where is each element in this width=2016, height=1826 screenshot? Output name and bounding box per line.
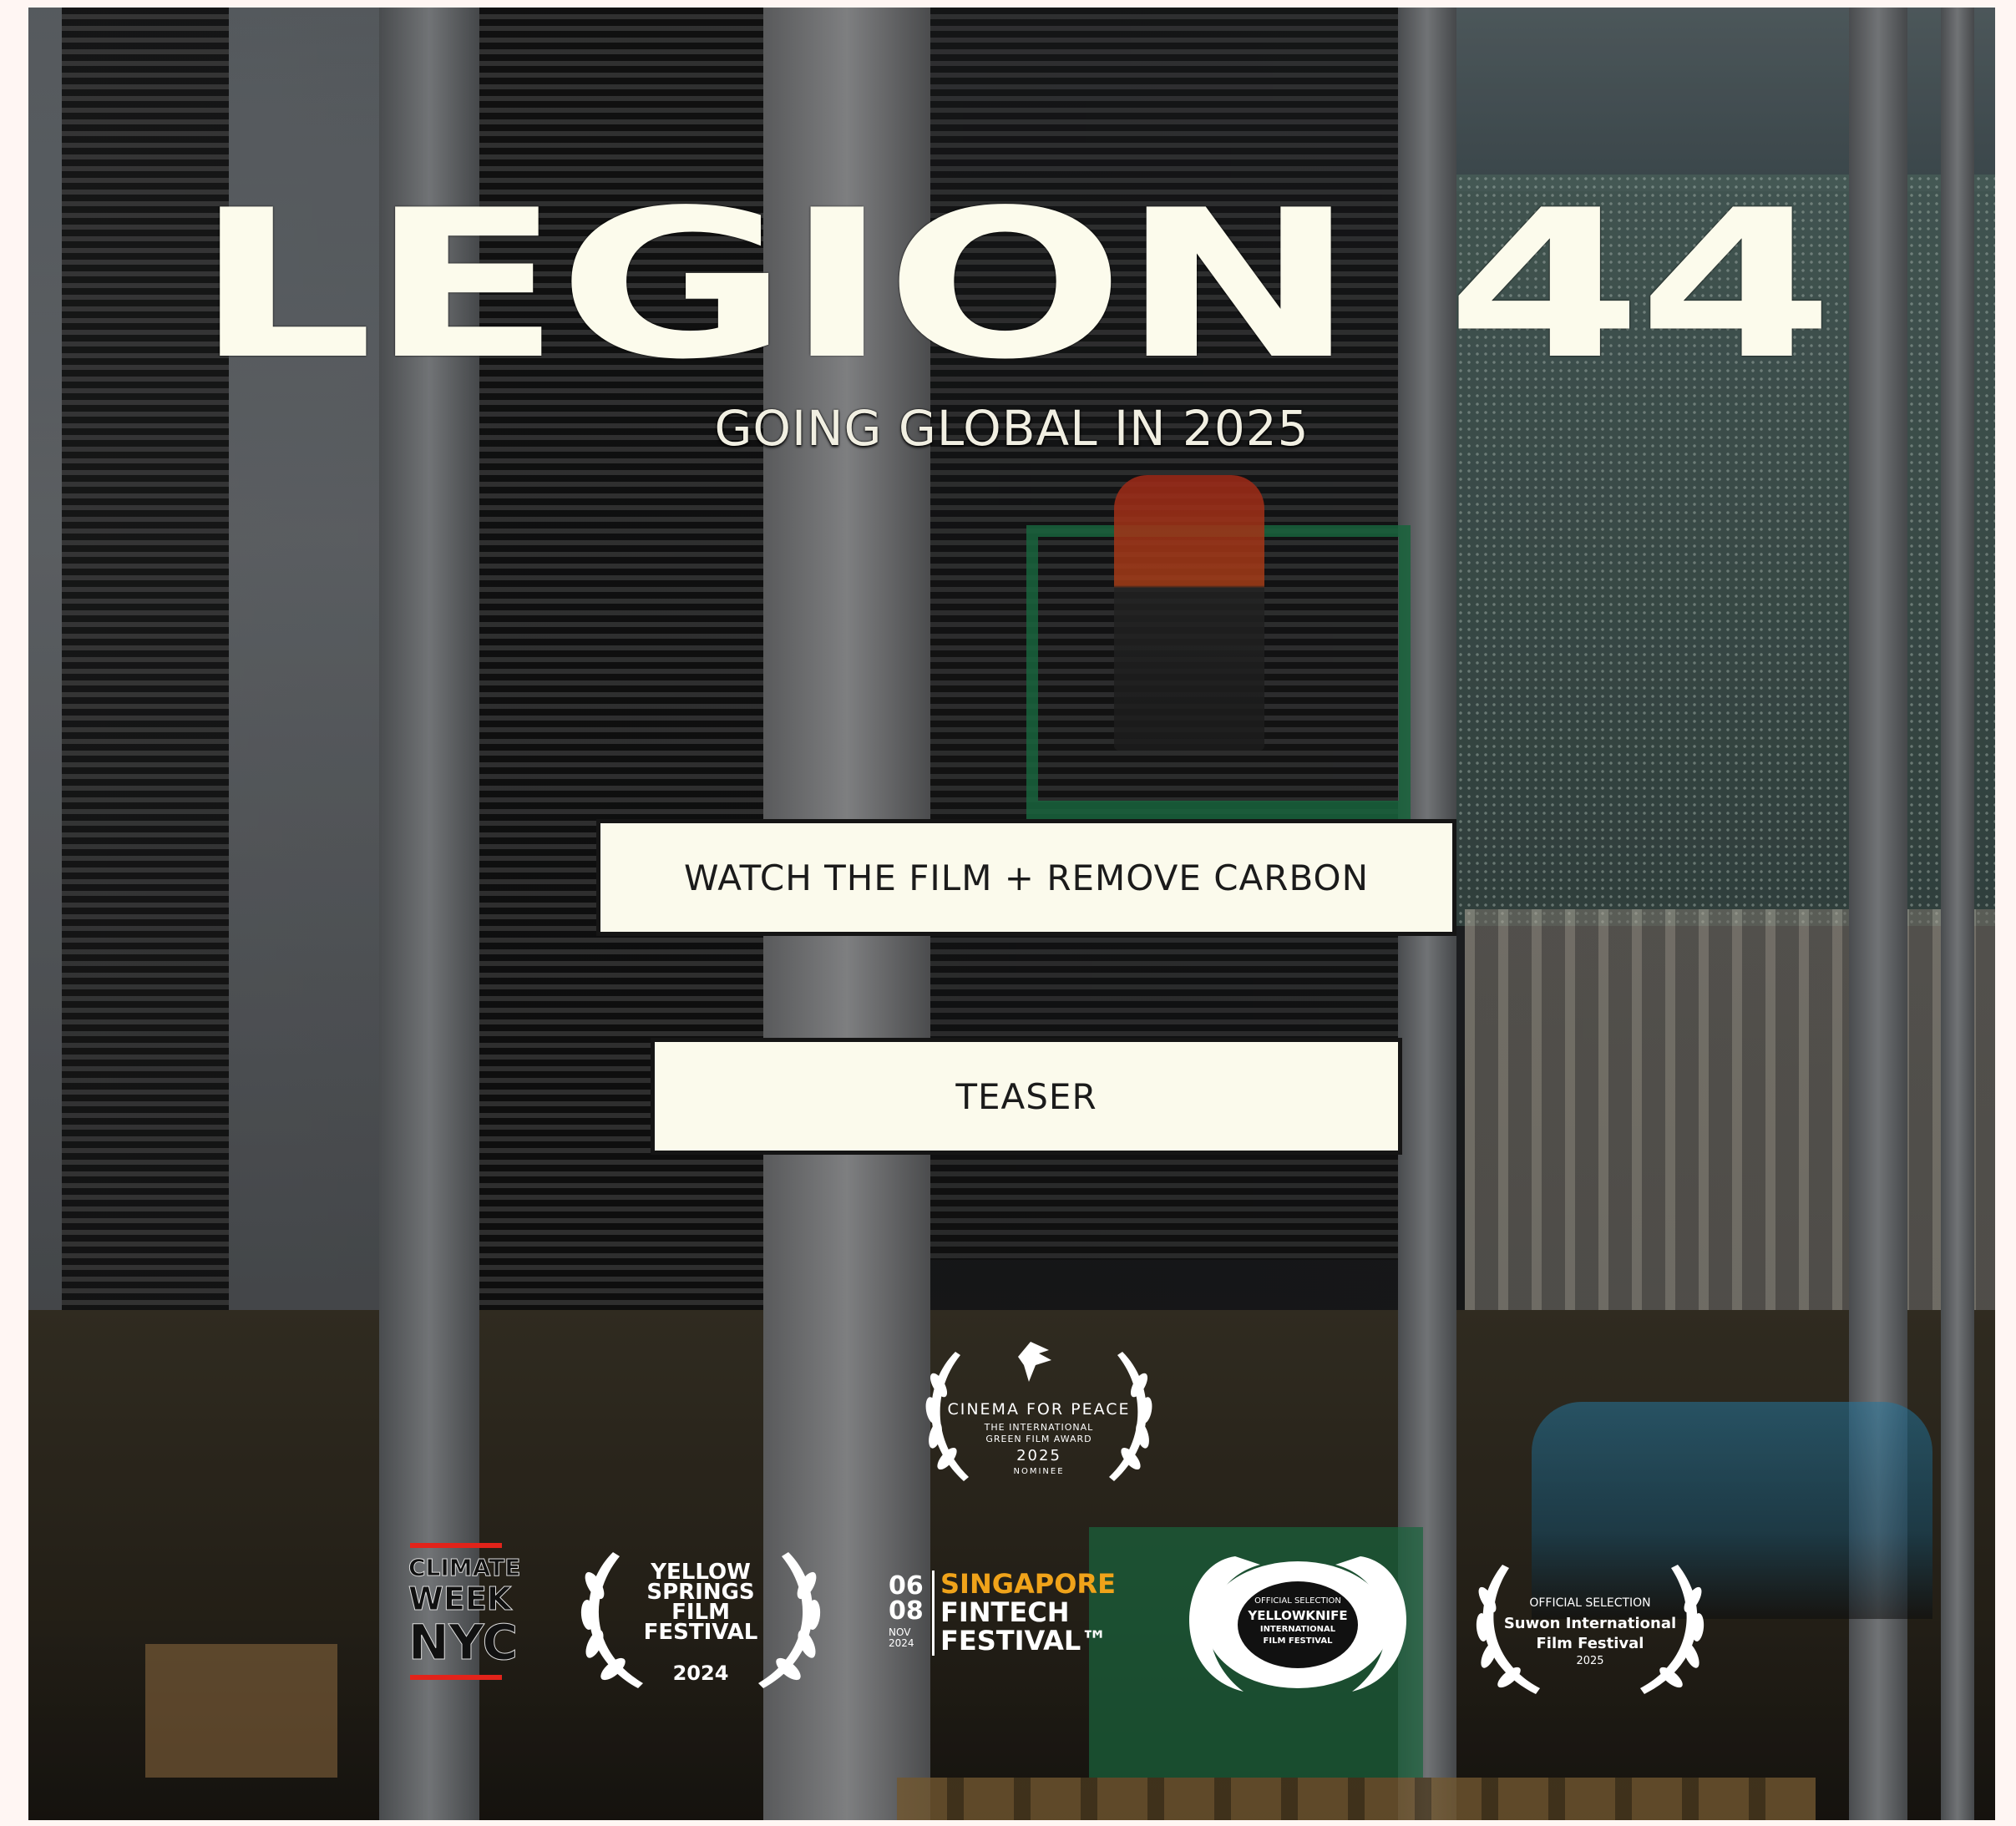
hero-section: LEGION 44 GOING GLOBAL IN 2025 WATCH THE… <box>28 8 1995 1820</box>
yk-line2: YELLOWKNIFE <box>1248 1608 1348 1623</box>
teaser-button[interactable]: TEASER <box>651 1038 1402 1155</box>
cinema-for-peace-laurel: CINEMA FOR PEACE THE INTERNATIONAL GREEN… <box>905 1335 1173 1494</box>
yk-line1: OFFICIAL SELECTION <box>1254 1596 1341 1606</box>
yellow-year: 2024 <box>672 1662 729 1685</box>
yk-line3: INTERNATIONAL <box>1259 1625 1336 1634</box>
yellowknife-laurel: OFFICIAL SELECTION YELLOWKNIFE INTERNATI… <box>1168 1548 1427 1698</box>
laurel-wreath-icon <box>1189 1556 1406 1692</box>
suwon-line2: Suwon International <box>1503 1615 1677 1632</box>
cinema-name: CINEMA FOR PEACE <box>947 1400 1131 1419</box>
fintech-line3: FESTIVAL™ <box>940 1625 1108 1657</box>
climate-week-nyc-logo: CLIMATE WEEK NYC <box>408 1540 521 1690</box>
cinema-year: 2025 <box>1016 1447 1061 1464</box>
cinema-line2: GREEN FILM AWARD <box>985 1434 1092 1444</box>
page-subtitle: GOING GLOBAL IN 2025 <box>714 400 1309 457</box>
fintech-line2: FINTECH <box>940 1596 1070 1628</box>
fintech-line1: SINGAPORE <box>940 1568 1116 1600</box>
watch-film-button[interactable]: WATCH THE FILM + REMOVE CARBON <box>596 819 1456 936</box>
yellow-springs-laurel: YELLOW SPRINGS FILM FESTIVAL 2024 <box>571 1540 830 1694</box>
singapore-fintech-festival-logo: 06 08 NOV 2024 SINGAPORE FINTECH FESTIVA… <box>889 1569 1164 1661</box>
climate-line3: NYC <box>408 1614 519 1671</box>
fintech-date2: 08 <box>889 1596 924 1626</box>
suwon-line1: OFFICIAL SELECTION <box>1529 1596 1651 1610</box>
cinema-status: NOMINEE <box>1013 1467 1065 1476</box>
page-title: LEGION 44 <box>194 166 1834 404</box>
yk-line4: FILM FESTIVAL <box>1263 1636 1333 1646</box>
suwon-line3: Film Festival <box>1536 1635 1644 1652</box>
suwon-laurel: OFFICIAL SELECTION Suwon International F… <box>1461 1548 1720 1698</box>
climate-line2: WEEK <box>408 1581 512 1617</box>
suwon-year: 2025 <box>1576 1655 1604 1667</box>
fintech-date1: 06 <box>889 1571 924 1601</box>
cinema-line1: THE INTERNATIONAL <box>984 1422 1094 1433</box>
fintech-month-year: NOV 2024 <box>889 1626 914 1650</box>
yellow-line4: FESTIVAL <box>643 1620 758 1645</box>
dove-icon <box>1018 1342 1051 1382</box>
climate-line1: CLIMATE <box>408 1554 521 1581</box>
